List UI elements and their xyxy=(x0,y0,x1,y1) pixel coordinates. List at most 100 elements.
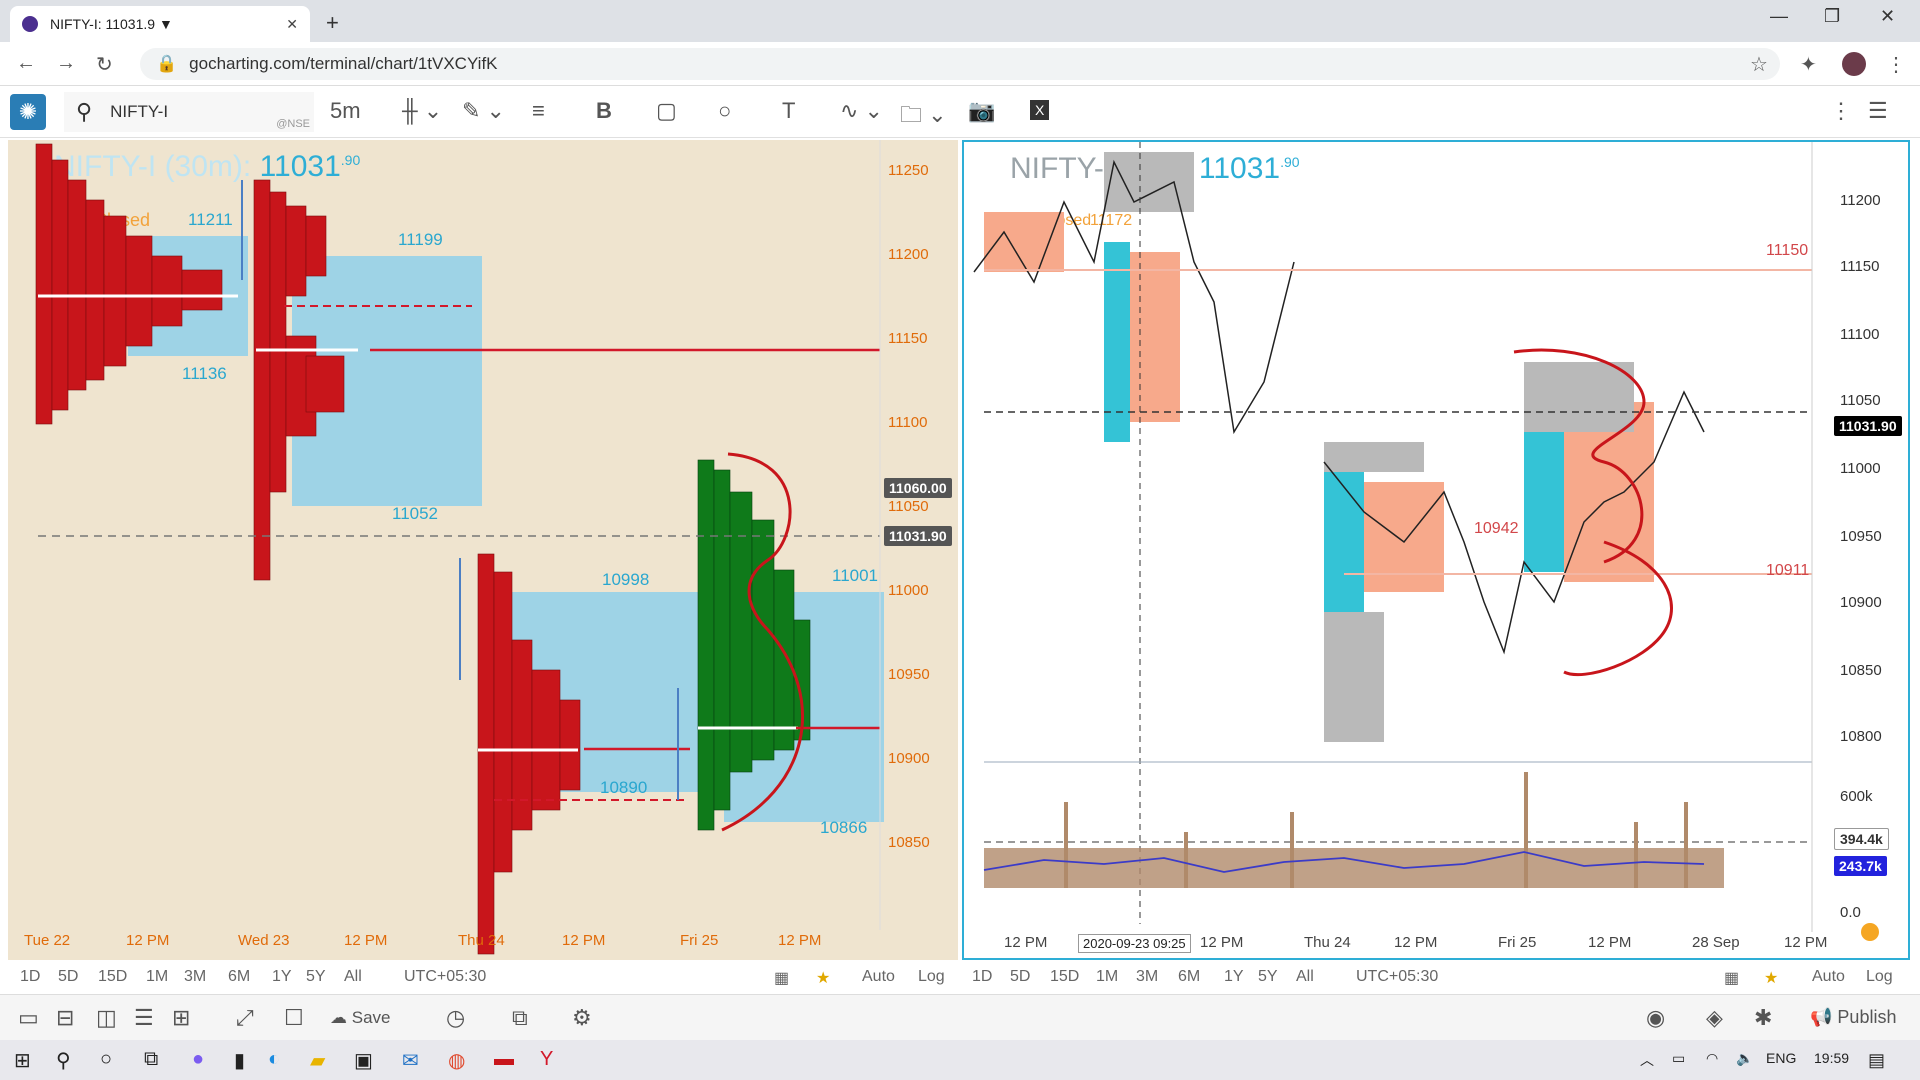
layout-single-icon[interactable]: ▭ xyxy=(18,1005,39,1031)
left-chart-panel[interactable]: NIFTY-I (30m): 11031.90 NSE Closed xyxy=(8,140,958,960)
windows-start-icon[interactable]: ⊞ xyxy=(14,1048,31,1073)
log-scale-button[interactable]: Log xyxy=(918,968,945,986)
notifications-icon[interactable]: ▤ xyxy=(1868,1050,1885,1071)
camera-icon[interactable]: 📷 xyxy=(968,98,995,124)
clock[interactable]: 19:59 xyxy=(1814,1050,1849,1066)
range-1m-button[interactable]: 1M xyxy=(146,968,168,986)
minimize-icon[interactable]: — xyxy=(1770,6,1788,27)
windows-taskbar: ⊞ ⚲ ○ ⧉ ● ▮ ◐ ▰ ▣ ✉ ◍ ▬ Y ︿ ▭ ◠ 🔈 ENG 19… xyxy=(0,1040,1920,1080)
range-1m-button[interactable]: 1M xyxy=(1096,968,1118,986)
range-5y-button[interactable]: 5Y xyxy=(306,968,326,986)
support-lifebuoy-icon[interactable]: ◉ xyxy=(1646,1005,1665,1031)
cortana-icon[interactable]: ○ xyxy=(100,1048,112,1071)
range-5d-button[interactable]: 5D xyxy=(58,968,78,986)
text-align-icon[interactable]: ≡ xyxy=(532,98,545,124)
right-chart-panel[interactable]: NIFTY-I (5m): 11031.90 NSE Closed 11172 xyxy=(962,140,1910,960)
file-explorer-icon[interactable]: ▰ xyxy=(310,1048,325,1073)
yandex-icon[interactable]: Y xyxy=(540,1048,553,1071)
profile-avatar[interactable] xyxy=(1842,52,1866,76)
right-price-tag-current: 11031.90 xyxy=(1834,416,1902,436)
right-chart-canvas[interactable] xyxy=(964,142,1912,962)
left-chart-canvas[interactable] xyxy=(8,140,958,960)
extensions-icon[interactable]: ✦ xyxy=(1800,52,1817,77)
wifi-icon[interactable]: ◠ xyxy=(1706,1050,1718,1067)
store-icon[interactable]: ▣ xyxy=(354,1048,373,1073)
range-15d-button[interactable]: 15D xyxy=(98,968,127,986)
chart-type-icon[interactable]: ╫ ⌄ xyxy=(402,98,442,124)
log-scale-button[interactable]: Log xyxy=(1866,968,1893,986)
bug-report-icon[interactable]: ✱ xyxy=(1754,1005,1772,1031)
auto-scale-button[interactable]: Auto xyxy=(862,968,895,986)
circle-icon[interactable]: ○ xyxy=(718,98,731,124)
timezone-label[interactable]: UTC+05:30 xyxy=(1356,968,1438,986)
fullscreen-icon[interactable]: ⤢ xyxy=(236,1005,254,1031)
folder-icon[interactable]: 🗀 ⌄ xyxy=(900,98,947,136)
battery-icon[interactable]: ▭ xyxy=(1672,1050,1685,1067)
app-icon-purple[interactable]: ● xyxy=(192,1048,204,1071)
drawing-pencil-icon[interactable]: ✎ ⌄ xyxy=(462,98,505,124)
favorite-star-icon[interactable]: ★ xyxy=(1764,968,1778,988)
close-window-icon[interactable]: ✕ xyxy=(1880,6,1895,27)
mail-icon[interactable]: ✉ xyxy=(402,1048,419,1073)
task-view-icon[interactable]: ⧉ xyxy=(144,1048,158,1071)
tray-chevron-icon[interactable]: ︿ xyxy=(1640,1050,1654,1070)
back-icon[interactable]: ← xyxy=(16,52,36,75)
range-all-button[interactable]: All xyxy=(1296,968,1314,986)
save-button[interactable]: ☁ Save xyxy=(330,1008,390,1028)
taskbar-search-icon[interactable]: ⚲ xyxy=(56,1048,71,1073)
url-input[interactable]: 🔒 gocharting.com/terminal/chart/1tVXCYif… xyxy=(140,48,1780,80)
range-5d-button[interactable]: 5D xyxy=(1010,968,1030,986)
hamburger-menu-icon[interactable]: ☰ xyxy=(1868,98,1888,124)
add-alert-icon[interactable]: ◷ xyxy=(446,1005,465,1031)
range-3m-button[interactable]: 3M xyxy=(184,968,206,986)
edge-browser-icon[interactable]: ◐ xyxy=(268,1048,280,1071)
interval-selector[interactable]: 5m xyxy=(330,98,361,124)
left-price-tick: 11100 xyxy=(888,414,928,431)
auto-scale-button[interactable]: Auto xyxy=(1812,968,1845,986)
gocharting-logo[interactable]: ✺ xyxy=(10,94,46,130)
add-layout-icon[interactable]: ⧉ xyxy=(512,1005,528,1031)
app-icon-bar[interactable]: ▮ xyxy=(234,1048,245,1073)
rectangle-icon[interactable]: ▢ xyxy=(656,98,677,124)
range-3m-button[interactable]: 3M xyxy=(1136,968,1158,986)
volume-icon[interactable]: 🔈 xyxy=(1736,1050,1753,1067)
close-tab-icon[interactable]: ✕ xyxy=(286,16,298,33)
more-options-icon[interactable]: ⋮ xyxy=(1830,98,1852,124)
excel-icon[interactable]: X xyxy=(1030,100,1050,120)
browser-tab[interactable]: NIFTY-I: 11031.9 ▼ ✕ xyxy=(10,6,310,42)
range-1d-button[interactable]: 1D xyxy=(20,968,40,986)
layout-three-row-icon[interactable]: ☰ xyxy=(134,1005,154,1031)
range-all-button[interactable]: All xyxy=(344,968,362,986)
range-6m-button[interactable]: 6M xyxy=(1178,968,1200,986)
select-box-icon[interactable]: ☐ xyxy=(284,1005,304,1031)
layout-split-horizontal-icon[interactable]: ⊟ xyxy=(56,1005,74,1031)
range-15d-button[interactable]: 15D xyxy=(1050,968,1079,986)
maximize-icon[interactable]: ❐ xyxy=(1824,6,1840,27)
favorite-star-icon[interactable]: ★ xyxy=(816,968,830,988)
app-icon-red[interactable]: ▬ xyxy=(494,1048,514,1071)
indicator-icon[interactable]: ∿ ⌄ xyxy=(840,98,883,124)
symbol-search-input[interactable]: ⚲ NIFTY-I @NSE xyxy=(64,92,314,132)
language-indicator[interactable]: ENG xyxy=(1766,1050,1796,1066)
grid-icon[interactable]: ▦ xyxy=(774,968,789,988)
range-1d-button[interactable]: 1D xyxy=(972,968,992,986)
range-1y-button[interactable]: 1Y xyxy=(272,968,292,986)
range-6m-button[interactable]: 6M xyxy=(228,968,250,986)
layout-grid-icon[interactable]: ⊞ xyxy=(172,1005,190,1031)
text-tool-icon[interactable]: T xyxy=(782,98,795,124)
layout-split-vertical-icon[interactable]: ◫ xyxy=(96,1005,117,1031)
browser-menu-icon[interactable]: ⋮ xyxy=(1886,52,1906,77)
new-tab-icon[interactable]: + xyxy=(326,10,339,36)
grid-icon[interactable]: ▦ xyxy=(1724,968,1739,988)
timezone-label[interactable]: UTC+05:30 xyxy=(404,968,486,986)
reload-icon[interactable]: ↻ xyxy=(96,52,113,77)
bold-icon[interactable]: B xyxy=(596,98,612,124)
chrome-icon[interactable]: ◍ xyxy=(448,1048,465,1073)
discord-icon[interactable]: ◈ xyxy=(1706,1005,1723,1031)
publish-button[interactable]: 📢 Publish xyxy=(1810,1007,1896,1028)
bookmark-star-icon[interactable]: ☆ xyxy=(1750,52,1768,77)
settings-gear-icon[interactable]: ⚙ xyxy=(572,1005,592,1031)
forward-icon[interactable]: → xyxy=(56,52,76,75)
range-1y-button[interactable]: 1Y xyxy=(1224,968,1244,986)
range-5y-button[interactable]: 5Y xyxy=(1258,968,1278,986)
